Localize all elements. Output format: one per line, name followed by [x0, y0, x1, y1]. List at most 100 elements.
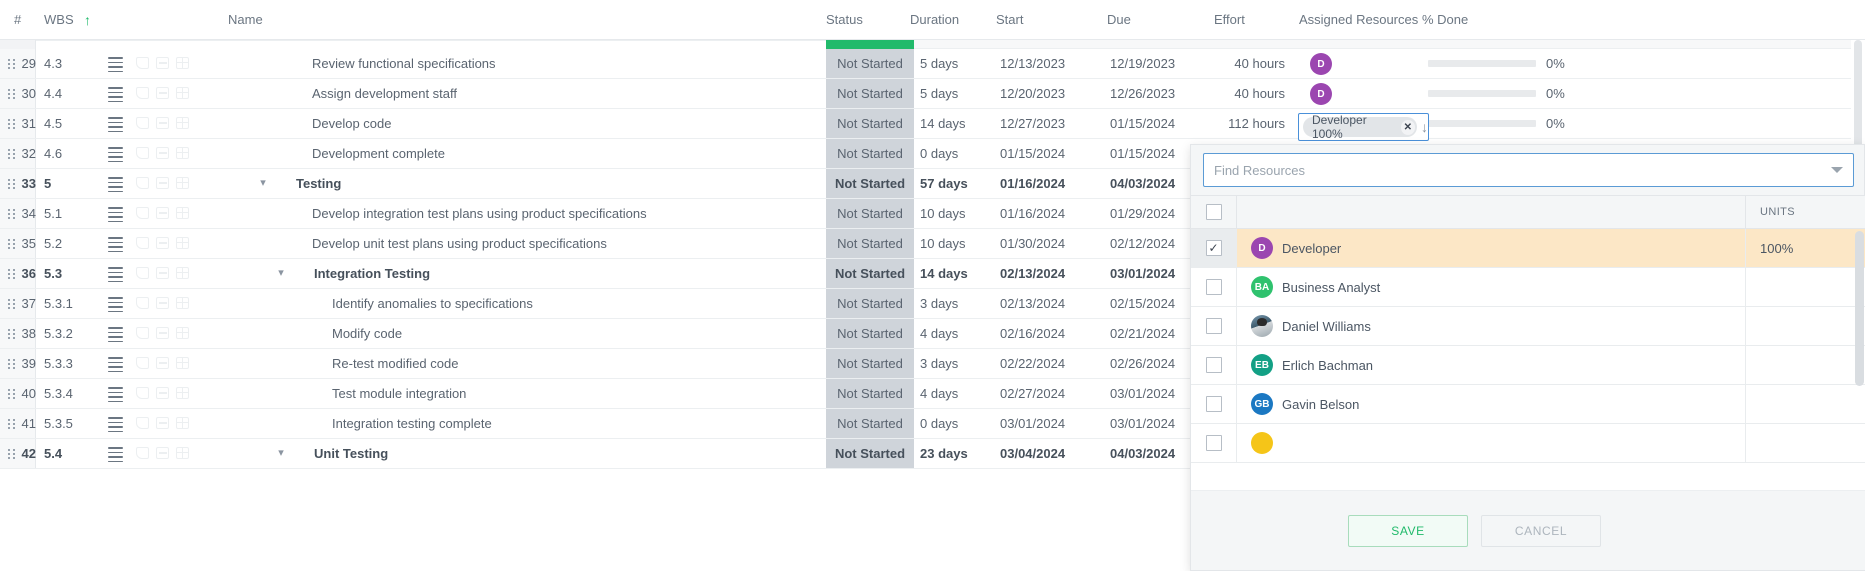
due-date-cell[interactable]: 03/01/2024 [1110, 379, 1175, 408]
column-header-number[interactable]: # [14, 0, 21, 40]
status-cell[interactable]: Not Started [826, 409, 914, 438]
note-icon[interactable] [136, 87, 149, 99]
note-icon[interactable] [136, 207, 149, 219]
note-icon[interactable] [136, 387, 149, 399]
close-icon[interactable]: ✕ [1400, 119, 1415, 135]
effort-cell[interactable]: 112 hours [1200, 109, 1285, 138]
task-name[interactable]: Assign development staff [312, 79, 457, 108]
comment-icon[interactable] [156, 447, 169, 459]
duration-cell[interactable]: 0 days [920, 139, 958, 168]
task-name[interactable]: Re-test modified code [332, 349, 458, 378]
column-header-name[interactable]: Name [228, 0, 263, 40]
resource-checkbox[interactable] [1205, 357, 1222, 373]
due-date-cell[interactable]: 12/19/2023 [1110, 49, 1175, 78]
columns-icon[interactable] [176, 447, 189, 459]
task-name[interactable]: Unit Testing [314, 439, 388, 468]
note-icon[interactable] [136, 327, 149, 339]
duration-cell[interactable]: 57 days [920, 169, 968, 198]
task-name[interactable]: Develop unit test plans using product sp… [312, 229, 607, 258]
comment-icon[interactable] [156, 327, 169, 339]
start-date-cell[interactable]: 02/27/2024 [1000, 379, 1065, 408]
comment-icon[interactable] [156, 207, 169, 219]
arrow-down-icon[interactable]: ↓ [1421, 119, 1428, 135]
column-header-due[interactable]: Due [1107, 0, 1131, 40]
task-name[interactable]: Integration Testing [314, 259, 430, 288]
task-menu-icon[interactable] [108, 327, 123, 343]
resource-checkbox[interactable] [1205, 318, 1222, 334]
due-date-cell[interactable]: 12/26/2023 [1110, 79, 1175, 108]
columns-icon[interactable] [176, 267, 189, 279]
sort-ascending-icon[interactable]: ↑ [84, 0, 91, 40]
status-cell[interactable]: Not Started [826, 139, 914, 168]
task-menu-icon[interactable] [108, 447, 123, 463]
note-icon[interactable] [136, 147, 149, 159]
comment-icon[interactable] [156, 387, 169, 399]
columns-icon[interactable] [176, 357, 189, 369]
status-cell[interactable]: Not Started [826, 79, 914, 108]
due-date-cell[interactable]: 04/03/2024 [1110, 439, 1175, 468]
list-item[interactable] [1191, 424, 1865, 463]
chevron-down-icon[interactable] [1831, 167, 1843, 173]
column-header-duration[interactable]: Duration [910, 0, 959, 40]
task-name[interactable]: Modify code [332, 319, 402, 348]
task-name[interactable]: Develop integration test plans using pro… [312, 199, 647, 228]
due-date-cell[interactable]: 02/15/2024 [1110, 289, 1175, 318]
comment-icon[interactable] [156, 267, 169, 279]
column-header-percent-done[interactable]: % Done [1422, 0, 1468, 40]
note-icon[interactable] [136, 417, 149, 429]
resource-units-cell[interactable]: 100% [1746, 229, 1865, 267]
note-icon[interactable] [136, 237, 149, 249]
start-date-cell[interactable]: 01/15/2024 [1000, 139, 1065, 168]
note-icon[interactable] [136, 57, 149, 69]
task-name[interactable]: Review functional specifications [312, 49, 496, 78]
resource-name-cell[interactable]: BA Business Analyst [1237, 268, 1746, 306]
due-date-cell[interactable]: 02/12/2024 [1110, 229, 1175, 258]
start-date-cell[interactable]: 02/16/2024 [1000, 319, 1065, 348]
resource-units-cell[interactable] [1746, 268, 1865, 306]
status-cell[interactable]: Not Started [826, 379, 914, 408]
due-date-cell[interactable]: 01/15/2024 [1110, 109, 1175, 138]
start-date-cell[interactable]: 02/13/2024 [1000, 259, 1065, 288]
task-menu-icon[interactable] [108, 207, 123, 223]
due-date-cell[interactable]: 01/29/2024 [1110, 199, 1175, 228]
status-cell[interactable]: Not Started [826, 259, 914, 288]
duration-cell[interactable]: 5 days [920, 49, 958, 78]
start-date-cell[interactable]: 01/16/2024 [1000, 169, 1065, 198]
resource-chip[interactable]: Developer 100% ✕ [1303, 113, 1417, 141]
duration-cell[interactable]: 3 days [920, 349, 958, 378]
resource-units-cell[interactable] [1746, 385, 1865, 423]
resource-checkbox-cell[interactable]: ✓ [1191, 229, 1237, 267]
comment-icon[interactable] [156, 357, 169, 369]
duration-cell[interactable]: 0 days [920, 409, 958, 438]
start-date-cell[interactable]: 02/13/2024 [1000, 289, 1065, 318]
column-header-start[interactable]: Start [996, 0, 1023, 40]
comment-icon[interactable] [156, 297, 169, 309]
start-date-cell[interactable]: 12/20/2023 [1000, 79, 1065, 108]
list-item[interactable]: EB Erlich Bachman [1191, 346, 1865, 385]
duration-cell[interactable]: 23 days [920, 439, 968, 468]
status-cell[interactable]: Not Started [826, 169, 914, 198]
task-name[interactable]: Identify anomalies to specifications [332, 289, 533, 318]
status-cell[interactable]: Not Started [826, 349, 914, 378]
start-date-cell[interactable]: 03/01/2024 [1000, 409, 1065, 438]
duration-cell[interactable]: 14 days [920, 259, 968, 288]
note-icon[interactable] [136, 357, 149, 369]
duration-cell[interactable]: 10 days [920, 199, 966, 228]
list-item[interactable]: Daniel Williams [1191, 307, 1865, 346]
columns-icon[interactable] [176, 177, 189, 189]
note-icon[interactable] [136, 117, 149, 129]
task-menu-icon[interactable] [108, 87, 123, 103]
duration-cell[interactable]: 4 days [920, 319, 958, 348]
comment-icon[interactable] [156, 177, 169, 189]
start-date-cell[interactable]: 01/30/2024 [1000, 229, 1065, 258]
due-date-cell[interactable]: 02/26/2024 [1110, 349, 1175, 378]
resource-name-cell[interactable]: EB Erlich Bachman [1237, 346, 1746, 384]
column-header-status[interactable]: Status [826, 0, 863, 40]
list-item[interactable]: BA Business Analyst [1191, 268, 1865, 307]
resource-units-cell[interactable] [1746, 424, 1865, 462]
task-menu-icon[interactable] [108, 237, 123, 253]
avatar[interactable]: D [1310, 53, 1332, 75]
expand-collapse-icon[interactable]: ▾ [255, 169, 271, 198]
columns-icon[interactable] [176, 87, 189, 99]
expand-collapse-icon[interactable]: ▾ [273, 259, 289, 288]
